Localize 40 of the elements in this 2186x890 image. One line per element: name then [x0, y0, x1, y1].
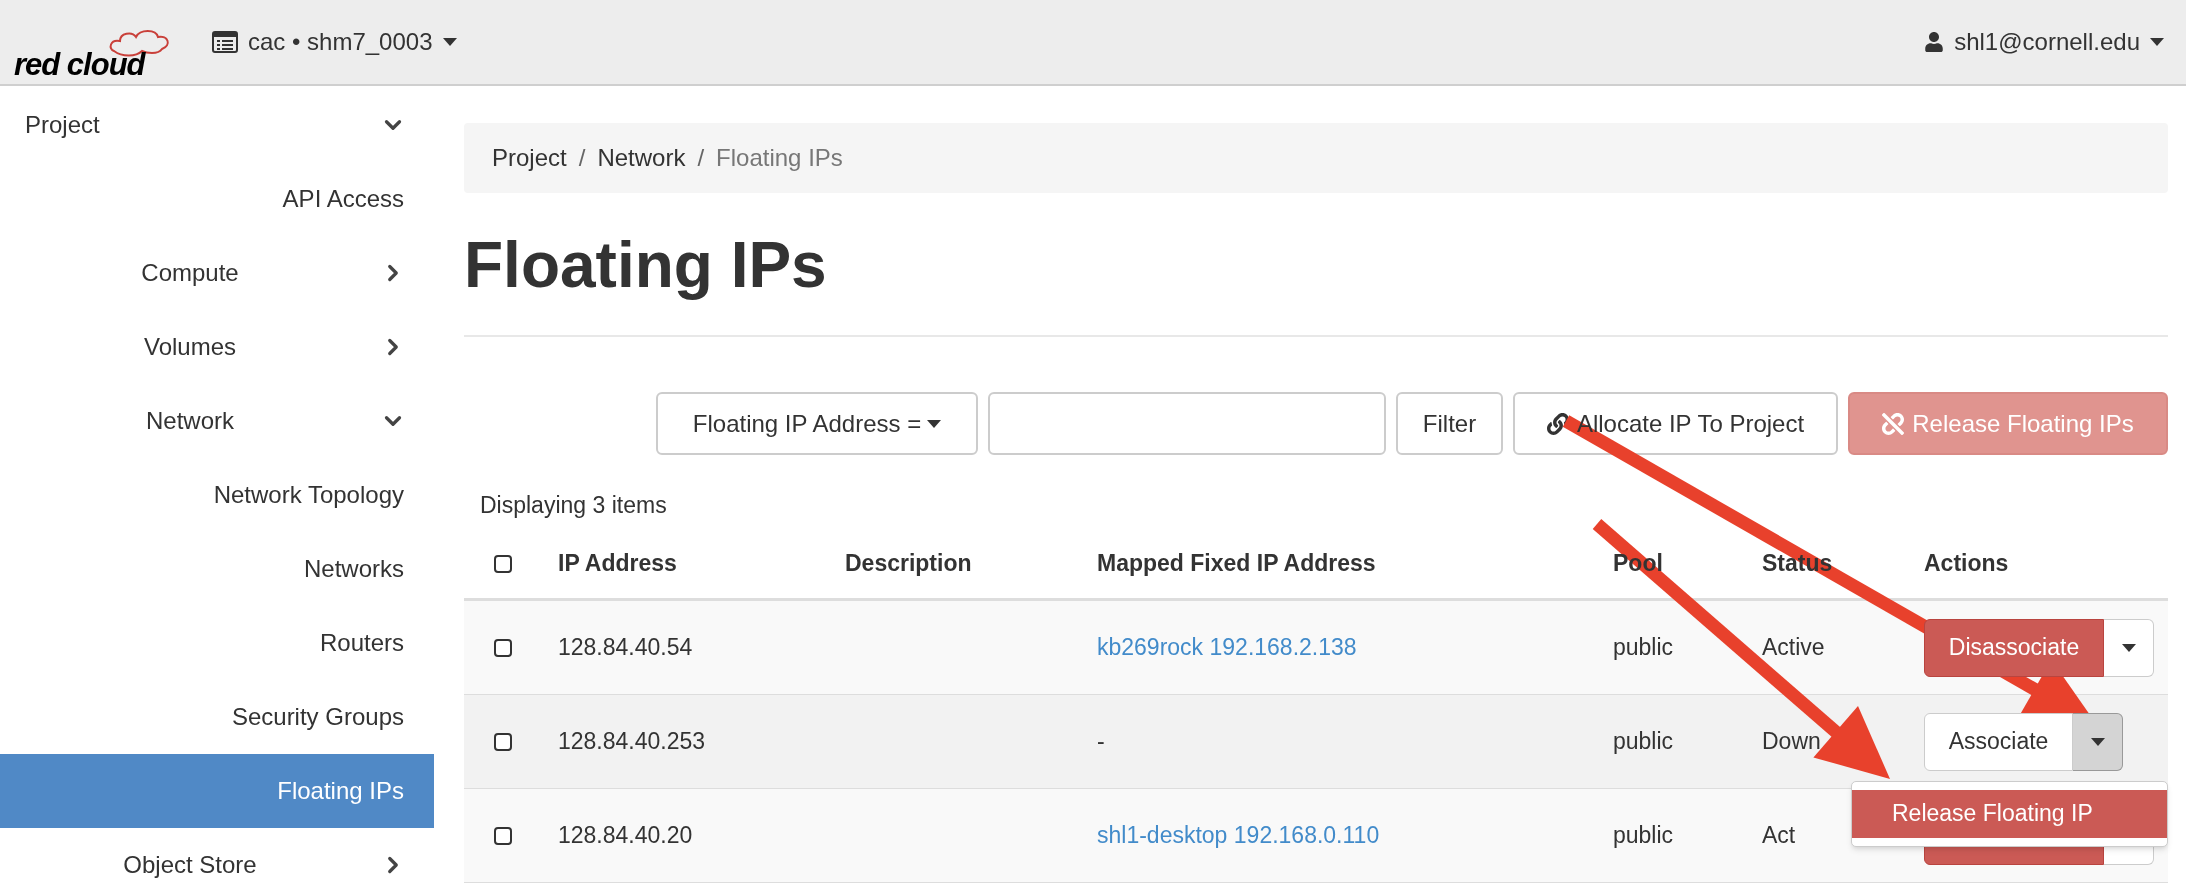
column-header: Description [845, 550, 972, 577]
table-cell: Act [1762, 822, 1796, 849]
sidebar-item[interactable]: Networks [0, 532, 434, 606]
sidebar-group[interactable]: Project [0, 88, 434, 162]
project-picker[interactable]: cac • shm7_0003 [212, 24, 457, 60]
filter-button[interactable]: Filter [1396, 392, 1503, 455]
sidebar-item[interactable]: Floating IPs [0, 754, 434, 828]
action-button[interactable]: Disassociate [1924, 618, 2104, 677]
sidebar-group[interactable]: Volumes [0, 310, 434, 384]
table-cell: Active [1762, 634, 1825, 661]
action-button[interactable]: Associate [1924, 712, 2073, 771]
allocate-button[interactable]: Allocate IP To Project [1513, 392, 1838, 455]
column-header: IP Address [558, 550, 677, 577]
sidebar-group[interactable]: Network [0, 384, 434, 458]
table-cell: Down [1762, 728, 1821, 755]
table-cell: 128.84.40.54 [558, 634, 693, 661]
sidebar-group[interactable]: Object Store [0, 828, 434, 890]
menu-item[interactable]: Release Floating IP [1852, 789, 2167, 838]
breadcrumb-separator: / [578, 143, 586, 173]
sidebar-item[interactable]: Network Topology [0, 458, 434, 532]
sidebar-group[interactable]: Compute [0, 236, 434, 310]
table-cell: 128.84.40.20 [558, 822, 693, 849]
column-header: Mapped Fixed IP Address [1097, 550, 1376, 577]
breadcrumb-item[interactable]: Network [597, 140, 686, 176]
sidebar-item[interactable]: API Access [0, 162, 434, 236]
table-cell: public [1613, 634, 1674, 661]
table-cell: public [1613, 822, 1674, 849]
item-count: Displaying 3 items [479, 492, 668, 519]
table-cell: 128.84.40.253 [558, 728, 706, 755]
table-cell: - [1097, 728, 1105, 755]
breadcrumb-item[interactable]: Project [492, 140, 567, 176]
sidebar-item[interactable]: Routers [0, 606, 434, 680]
logo[interactable]: red cloud [14, 7, 164, 77]
breadcrumb-item: Floating IPs [716, 143, 843, 173]
breadcrumb-separator: / [697, 143, 705, 173]
column-header: Actions [1924, 550, 2009, 577]
filter-select[interactable]: Floating IP Address = [656, 392, 978, 455]
sidebar-item[interactable]: Security Groups [0, 680, 434, 754]
table-cell: public [1613, 728, 1674, 755]
user-menu[interactable]: shl1@cornell.edu [1924, 24, 2164, 60]
